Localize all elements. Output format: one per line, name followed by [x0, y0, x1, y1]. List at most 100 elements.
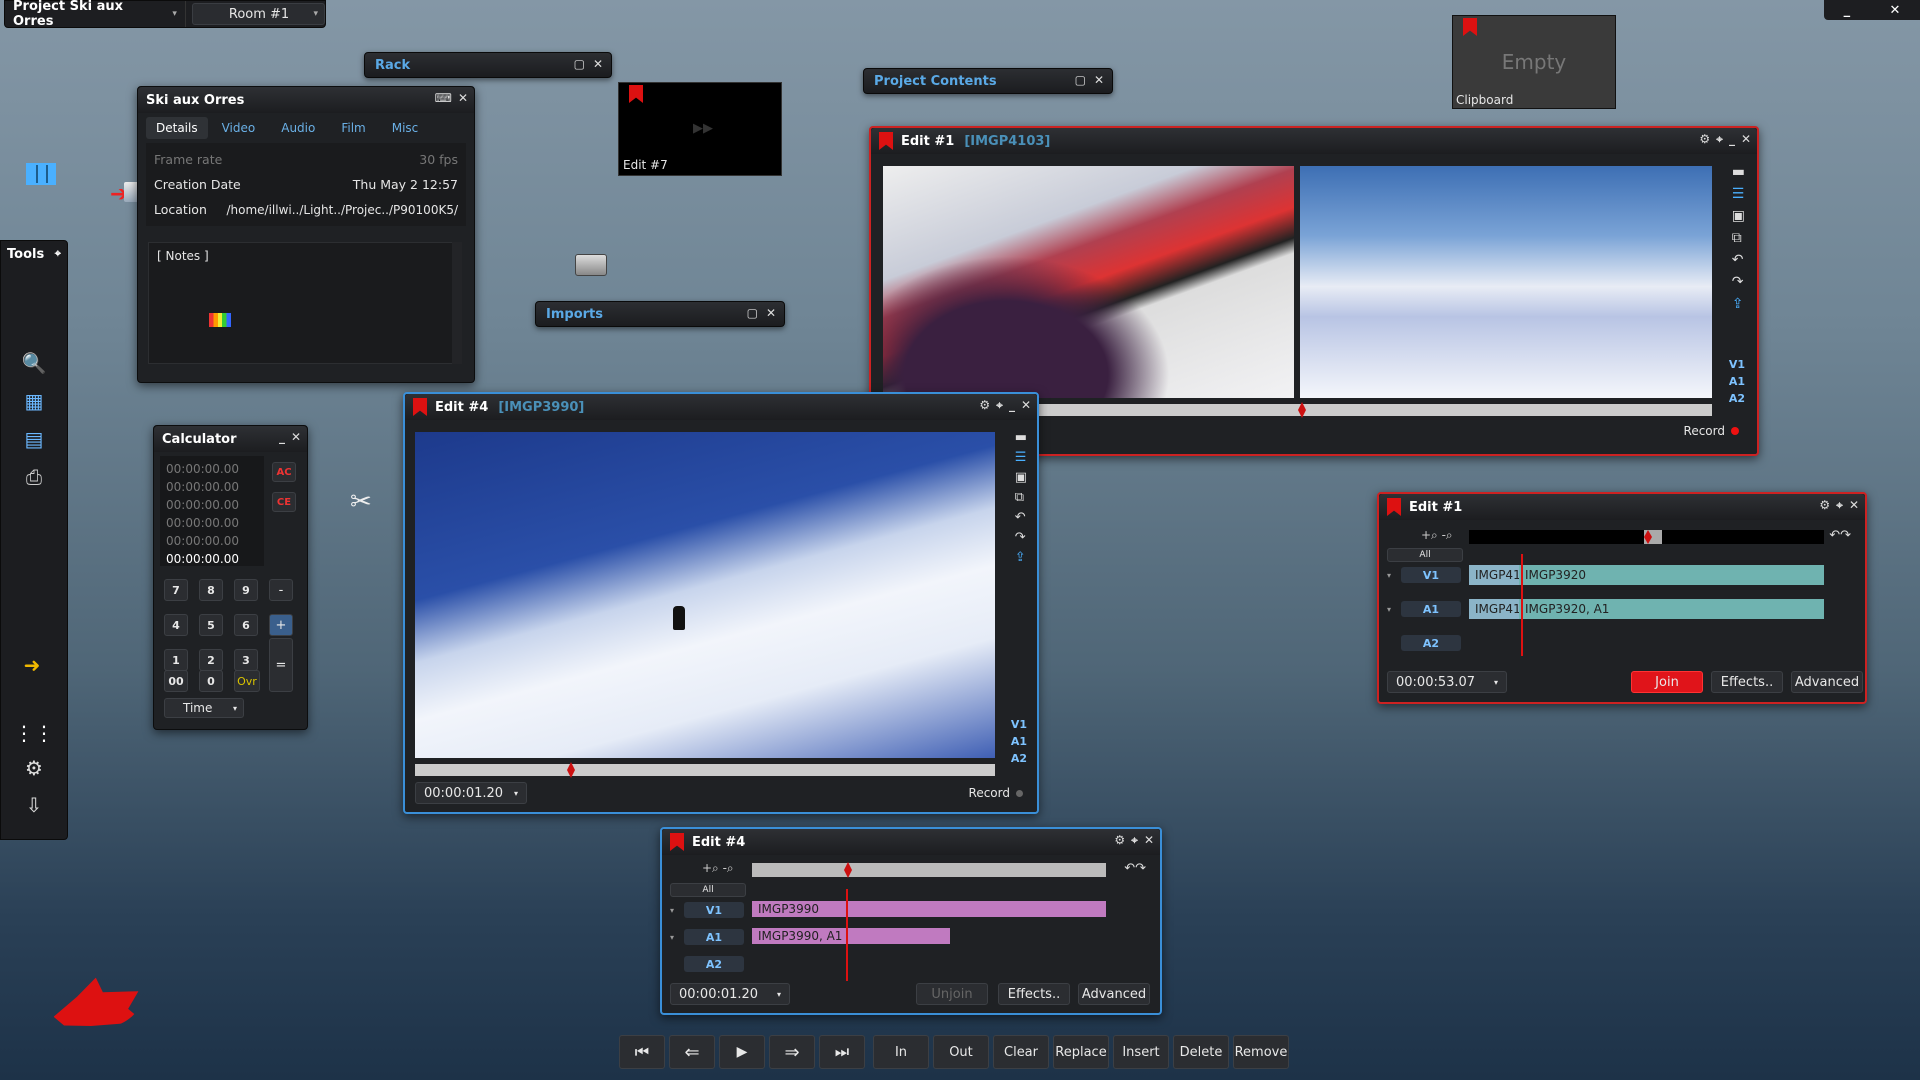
record-toggle[interactable]: Record [1684, 424, 1739, 438]
playhead-marker[interactable] [567, 762, 575, 778]
clip-v1[interactable]: IMGP3990 [752, 901, 1106, 917]
printer-icon[interactable]: ⎙ [19, 465, 49, 489]
key-2[interactable]: 2 [199, 649, 223, 671]
apps-grid-icon[interactable]: ⋮⋮ [14, 721, 54, 745]
clip-v1-a[interactable]: IMGP41 [1469, 565, 1521, 585]
maximize-icon[interactable]: ▢ [747, 306, 758, 320]
notes-area[interactable]: [ Notes ] [148, 242, 454, 364]
settings-icon[interactable]: ⚙ [1699, 132, 1710, 147]
timecode-field[interactable]: 00:00:53.07 ▾ [1387, 671, 1507, 693]
tab-video[interactable]: Video [210, 117, 268, 139]
timecode-field[interactable]: 00:00:01.20 ▾ [415, 782, 527, 804]
close-icon[interactable]: ✕ [1144, 833, 1154, 848]
minimize-icon[interactable]: _ [279, 430, 285, 444]
ac-button[interactable]: AC [272, 462, 296, 482]
undo-redo-icons[interactable]: ↶↷ [1124, 861, 1146, 876]
in-button[interactable]: In [873, 1035, 929, 1069]
undo-redo-icons[interactable]: ↶↷ [1829, 528, 1851, 543]
pin-icon[interactable]: ⌖ [1716, 132, 1723, 147]
minimize-icon[interactable]: _ [1009, 398, 1015, 413]
key-3[interactable]: 3 [234, 649, 258, 671]
track-a1[interactable]: A1 [1011, 735, 1027, 748]
minus-button[interactable]: - [269, 579, 293, 601]
list-icon[interactable]: ☰ [1732, 186, 1745, 202]
clear-button[interactable]: Clear [993, 1035, 1049, 1069]
playhead-marker[interactable] [844, 862, 852, 878]
plus-button[interactable]: + [269, 614, 293, 636]
folder-icon[interactable]: ▬ [1015, 430, 1027, 445]
minimize-icon[interactable]: _ [1729, 132, 1735, 147]
export-arrow-icon[interactable]: ➜ [17, 653, 47, 677]
settings-icon[interactable]: ⚙ [979, 398, 990, 413]
insert-button[interactable]: Insert [1113, 1035, 1169, 1069]
pin-icon[interactable]: ⌖ [996, 398, 1003, 413]
viewer-scrubber[interactable] [415, 762, 995, 778]
video-frame-mountains[interactable] [1300, 166, 1712, 398]
mode-select[interactable]: Time ▾ [164, 698, 244, 718]
track-a1[interactable]: A1 [1729, 375, 1745, 388]
close-icon[interactable]: ✕ [1849, 498, 1859, 513]
video-frame-snowboard[interactable] [883, 166, 1294, 398]
undo-icon[interactable]: ↶ [1732, 252, 1745, 268]
ce-button[interactable]: CE [272, 492, 296, 512]
remove-button[interactable]: Remove [1233, 1035, 1289, 1069]
edit4-viewer-titlebar[interactable]: Edit #4 [IMGP3990] ⚙ ⌖ _ ✕ [405, 394, 1037, 420]
effects-button[interactable]: Effects.. [998, 983, 1070, 1005]
maximize-icon[interactable]: ▢ [574, 57, 585, 71]
edit1-timeline-titlebar[interactable]: Edit #1 ⚙ ⌖ ✕ [1379, 494, 1865, 520]
redo-icon[interactable]: ↷ [1732, 274, 1745, 290]
zoom-controls[interactable]: +⌕ -⌕ [702, 861, 734, 876]
viewer-icon[interactable]: ▦ [19, 389, 49, 413]
go-to-start-button[interactable]: ⏮ [619, 1035, 665, 1069]
track-a2[interactable]: A2 [1729, 392, 1745, 405]
key-5[interactable]: 5 [199, 614, 223, 636]
close-icon[interactable]: ✕ [458, 91, 468, 105]
unjoin-button[interactable]: Unjoin [916, 983, 988, 1005]
delete-button[interactable]: Delete [1173, 1035, 1229, 1069]
imports-panel[interactable]: Imports ▢ ✕ [535, 301, 785, 327]
stack-icon[interactable]: ▤ [19, 427, 49, 451]
all-tracks-button[interactable]: All [670, 883, 746, 897]
track-label-a2[interactable]: A2 [1401, 635, 1461, 651]
zoom-controls[interactable]: +⌕ -⌕ [1421, 528, 1453, 543]
track-label-v1[interactable]: V1 [684, 902, 744, 918]
frame-rate-value[interactable]: 30 fps [419, 152, 458, 167]
upload-icon[interactable]: ⇪ [1732, 296, 1745, 312]
settings-icon[interactable]: ⚙ [1819, 498, 1830, 513]
timecode-field[interactable]: 00:00:01.20 ▾ [670, 983, 790, 1005]
key-1[interactable]: 1 [164, 649, 188, 671]
pin-icon[interactable]: ⌖ [1836, 498, 1843, 513]
track-label-a1[interactable]: A1 [1401, 601, 1461, 617]
collapse-icon[interactable]: ▾ [1387, 571, 1401, 580]
collapse-icon[interactable]: ▾ [670, 906, 684, 915]
track-label-a2[interactable]: A2 [684, 956, 744, 972]
notes-scrollbar[interactable] [452, 242, 462, 364]
edit1-viewer-titlebar[interactable]: Edit #1 [IMGP4103] ⚙ ⌖ _ ✕ [871, 128, 1757, 154]
playhead-marker[interactable] [1298, 402, 1306, 418]
pin-icon[interactable]: ⌖ [55, 247, 61, 261]
out-button[interactable]: Out [933, 1035, 989, 1069]
minimize-icon[interactable]: _ [1844, 3, 1851, 18]
layers-icon[interactable]: ⧉ [1732, 230, 1745, 246]
replace-button[interactable]: Replace [1053, 1035, 1109, 1069]
close-icon[interactable]: ✕ [1889, 3, 1900, 18]
settings-user-icon[interactable]: ⚙ [19, 756, 49, 780]
edit4-timeline-titlebar[interactable]: Edit #4 ⚙ ⌖ ✕ [662, 829, 1160, 855]
key-6[interactable]: 6 [234, 614, 258, 636]
tab-misc[interactable]: Misc [380, 117, 431, 139]
track-v1[interactable]: V1 [1729, 358, 1745, 371]
track-label-v1[interactable]: V1 [1401, 567, 1461, 583]
key-8[interactable]: 8 [199, 579, 223, 601]
search-icon[interactable]: 🔍 [19, 351, 49, 375]
overwrite-button[interactable]: Ovr [234, 670, 260, 692]
folder-icon[interactable]: ▬ [1732, 164, 1745, 180]
layers-icon[interactable]: ⧉ [1015, 490, 1027, 505]
tab-audio[interactable]: Audio [269, 117, 327, 139]
step-forward-button[interactable]: ⇒ [769, 1035, 815, 1069]
clip-a1-b[interactable]: IMGP3920, A1 [1519, 599, 1824, 619]
close-icon[interactable]: ✕ [766, 306, 776, 320]
collapse-icon[interactable]: ▾ [670, 933, 684, 942]
time-ruler[interactable] [1469, 530, 1824, 544]
close-icon[interactable]: ✕ [593, 57, 603, 71]
upload-icon[interactable]: ⇪ [1015, 550, 1027, 565]
